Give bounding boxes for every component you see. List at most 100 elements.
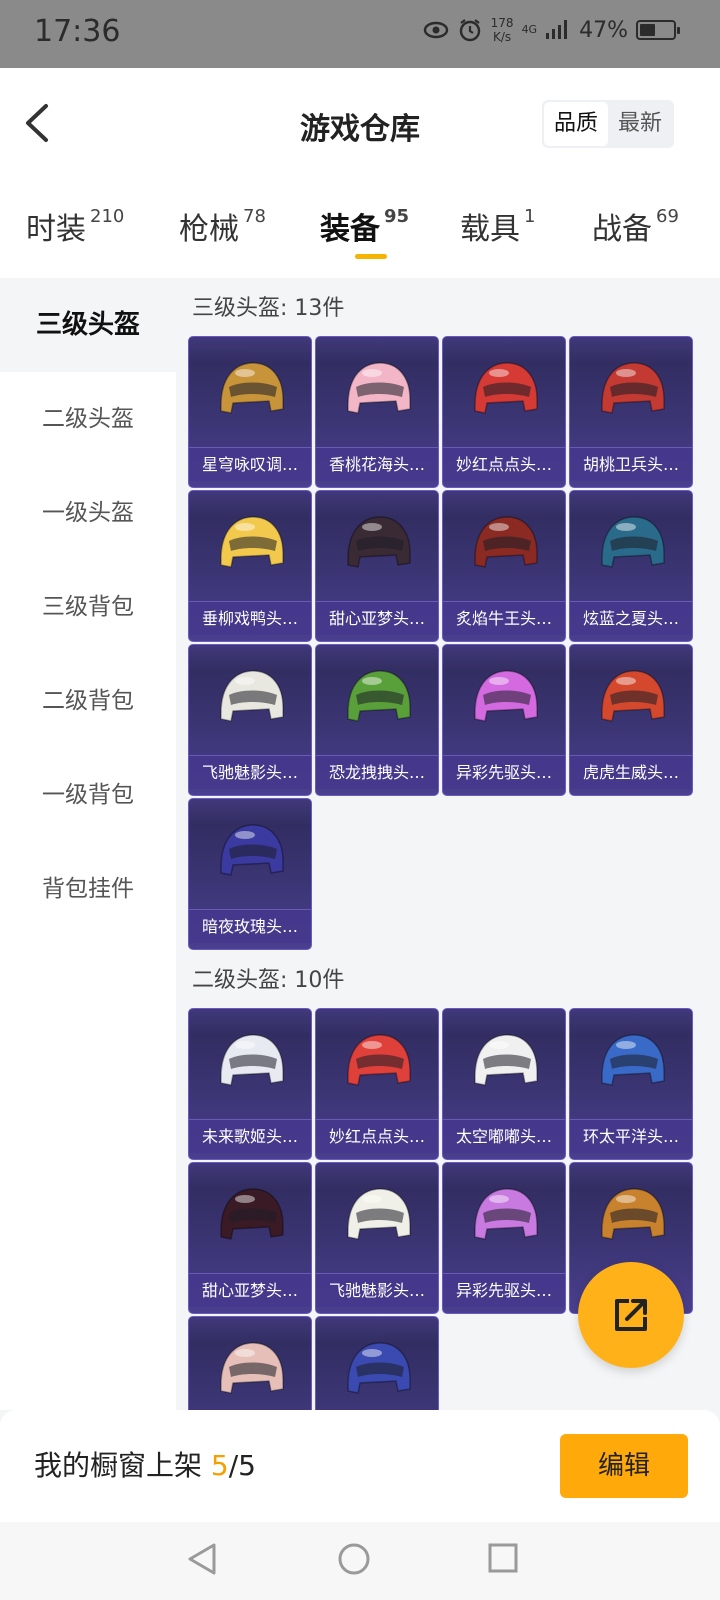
sidebar-item-level2-helmet[interactable]: 二级头盔: [0, 372, 176, 466]
item-name: 未来歌姬头…: [189, 1119, 311, 1153]
item-card[interactable]: 垂柳戏鸭头…: [188, 490, 312, 642]
item-name: 太空嘟嘟头…: [443, 1119, 565, 1153]
system-nav-bar: [0, 1522, 720, 1600]
item-card[interactable]: 胡桃卫兵头…: [569, 336, 693, 488]
showcase-current: 5: [210, 1449, 229, 1482]
external-link-icon: [615, 1299, 647, 1331]
item-card[interactable]: 甜心亚梦头…: [188, 1162, 312, 1314]
item-card[interactable]: 飞驰魅影头…: [315, 1162, 439, 1314]
sidebar-item-level3-backpack[interactable]: 三级背包: [0, 560, 176, 654]
item-card[interactable]: 妙红点点头…: [315, 1008, 439, 1160]
item-card[interactable]: 香桃花海头…: [315, 336, 439, 488]
item-name: 暗夜玫瑰头…: [189, 909, 311, 943]
item-card[interactable]: 炙焰牛王头…: [442, 490, 566, 642]
item-name: 飞驰魅影头…: [316, 1273, 438, 1307]
showcase-bar: 我的橱窗上架 5/5 编辑: [0, 1410, 720, 1522]
sort-toggle: 品质 最新: [541, 100, 674, 148]
helmet-icon: [474, 516, 538, 568]
sidebar-item-backpack-charm[interactable]: 背包挂件: [0, 842, 176, 936]
tab-count: 210: [90, 206, 125, 227]
sidebar-item-level2-backpack[interactable]: 二级背包: [0, 654, 176, 748]
item-name: 星穹咏叹调…: [189, 447, 311, 481]
tab-vehicles[interactable]: 载具 1: [460, 204, 535, 248]
section-title: 三级头盔: 13件: [192, 296, 345, 321]
network-speed: 178 K/s: [491, 16, 514, 44]
nav-home-icon[interactable]: [337, 1542, 371, 1576]
tab-label: 时装: [26, 212, 86, 247]
helmet-icon: [474, 670, 538, 722]
helmet-icon: [474, 1034, 538, 1086]
tab-fashion[interactable]: 时装 210: [26, 204, 124, 248]
item-name: 异彩先驱头…: [443, 1273, 565, 1307]
helmet-icon: [220, 824, 284, 876]
item-name: 妙红点点头…: [316, 1119, 438, 1153]
status-bar: 17:36 178 K/s 4G 47%: [0, 0, 720, 68]
showcase-total: /5: [228, 1449, 256, 1482]
section-title: 二级头盔: 10件: [192, 968, 345, 993]
sort-option-quality[interactable]: 品质: [543, 102, 608, 146]
item-card[interactable]: 异彩先驱头…: [442, 1162, 566, 1314]
helmet-icon: [474, 362, 538, 414]
item-card[interactable]: 异彩先驱头…: [442, 644, 566, 796]
helmet-icon: [220, 670, 284, 722]
sidebar-item-level1-helmet[interactable]: 一级头盔: [0, 466, 176, 560]
showcase-label: 我的橱窗上架: [34, 1449, 203, 1482]
helmet-icon: [347, 1188, 411, 1240]
battery-icon: [636, 20, 680, 40]
item-name: 胡桃卫兵头…: [570, 447, 692, 481]
item-card[interactable]: 虎虎生威头…: [569, 644, 693, 796]
sidebar-item-level1-backpack[interactable]: 一级背包: [0, 748, 176, 842]
tab-weapons[interactable]: 枪械 78: [179, 204, 266, 248]
helmet-icon: [601, 516, 665, 568]
edit-button[interactable]: 编辑: [560, 1434, 688, 1498]
signal-icon: [546, 20, 568, 39]
nav-back-icon[interactable]: [186, 1542, 218, 1576]
speed-value: 178: [490, 16, 514, 30]
tab-supplies[interactable]: 战备 69: [592, 204, 679, 248]
item-card[interactable]: 太空嘟嘟头…: [442, 1008, 566, 1160]
helmet-icon: [601, 1188, 665, 1240]
helmet-icon: [347, 1034, 411, 1086]
item-card[interactable]: 暗夜玫瑰头…: [188, 798, 312, 950]
helmet-icon: [347, 516, 411, 568]
tab-label: 载具: [460, 212, 520, 247]
tab-count: 95: [384, 206, 410, 227]
item-card[interactable]: 炫蓝之夏头…: [569, 490, 693, 642]
tab-count: 1: [524, 206, 536, 227]
item-name: 妙红点点头…: [443, 447, 565, 481]
item-name: 恐龙拽拽头…: [316, 755, 438, 789]
item-card[interactable]: [315, 1316, 439, 1410]
item-card[interactable]: [188, 1316, 312, 1410]
item-card[interactable]: 星穹咏叹调…: [188, 336, 312, 488]
item-card[interactable]: 环太平洋头…: [569, 1008, 693, 1160]
tab-label: 战备: [592, 212, 652, 247]
item-name: 异彩先驱头…: [443, 755, 565, 789]
item-card[interactable]: 恐龙拽拽头…: [315, 644, 439, 796]
sort-option-newest[interactable]: 最新: [608, 102, 672, 146]
helmet-icon: [220, 1034, 284, 1086]
item-name: 环太平洋头…: [570, 1119, 692, 1153]
active-tab-indicator: [355, 254, 387, 259]
helmet-icon: [347, 1342, 411, 1394]
item-card[interactable]: 飞驰魅影头…: [188, 644, 312, 796]
tab-equipment[interactable]: 装备 95: [320, 204, 409, 248]
item-name: 香桃花海头…: [316, 447, 438, 481]
item-card[interactable]: 甜心亚梦头…: [315, 490, 439, 642]
header: 游戏仓库 品质 最新: [0, 68, 720, 180]
speed-unit: K/s: [493, 30, 512, 44]
nav-recents-icon[interactable]: [487, 1542, 519, 1574]
battery-percent: 47%: [579, 17, 628, 43]
tab-count: 69: [656, 206, 679, 227]
item-name: 垂柳戏鸭头…: [189, 601, 311, 635]
helmet-icon: [474, 1188, 538, 1240]
helmet-icon: [220, 516, 284, 568]
helmet-icon: [601, 1034, 665, 1086]
tab-count: 78: [243, 206, 266, 227]
sidebar-item-level3-helmet[interactable]: 三级头盔: [0, 278, 176, 372]
network-type: 4G: [521, 23, 538, 36]
share-fab-button[interactable]: [578, 1262, 684, 1368]
item-card[interactable]: 妙红点点头…: [442, 336, 566, 488]
item-name: 虎虎生威头…: [570, 755, 692, 789]
helmet-icon: [220, 362, 284, 414]
item-card[interactable]: 未来歌姬头…: [188, 1008, 312, 1160]
